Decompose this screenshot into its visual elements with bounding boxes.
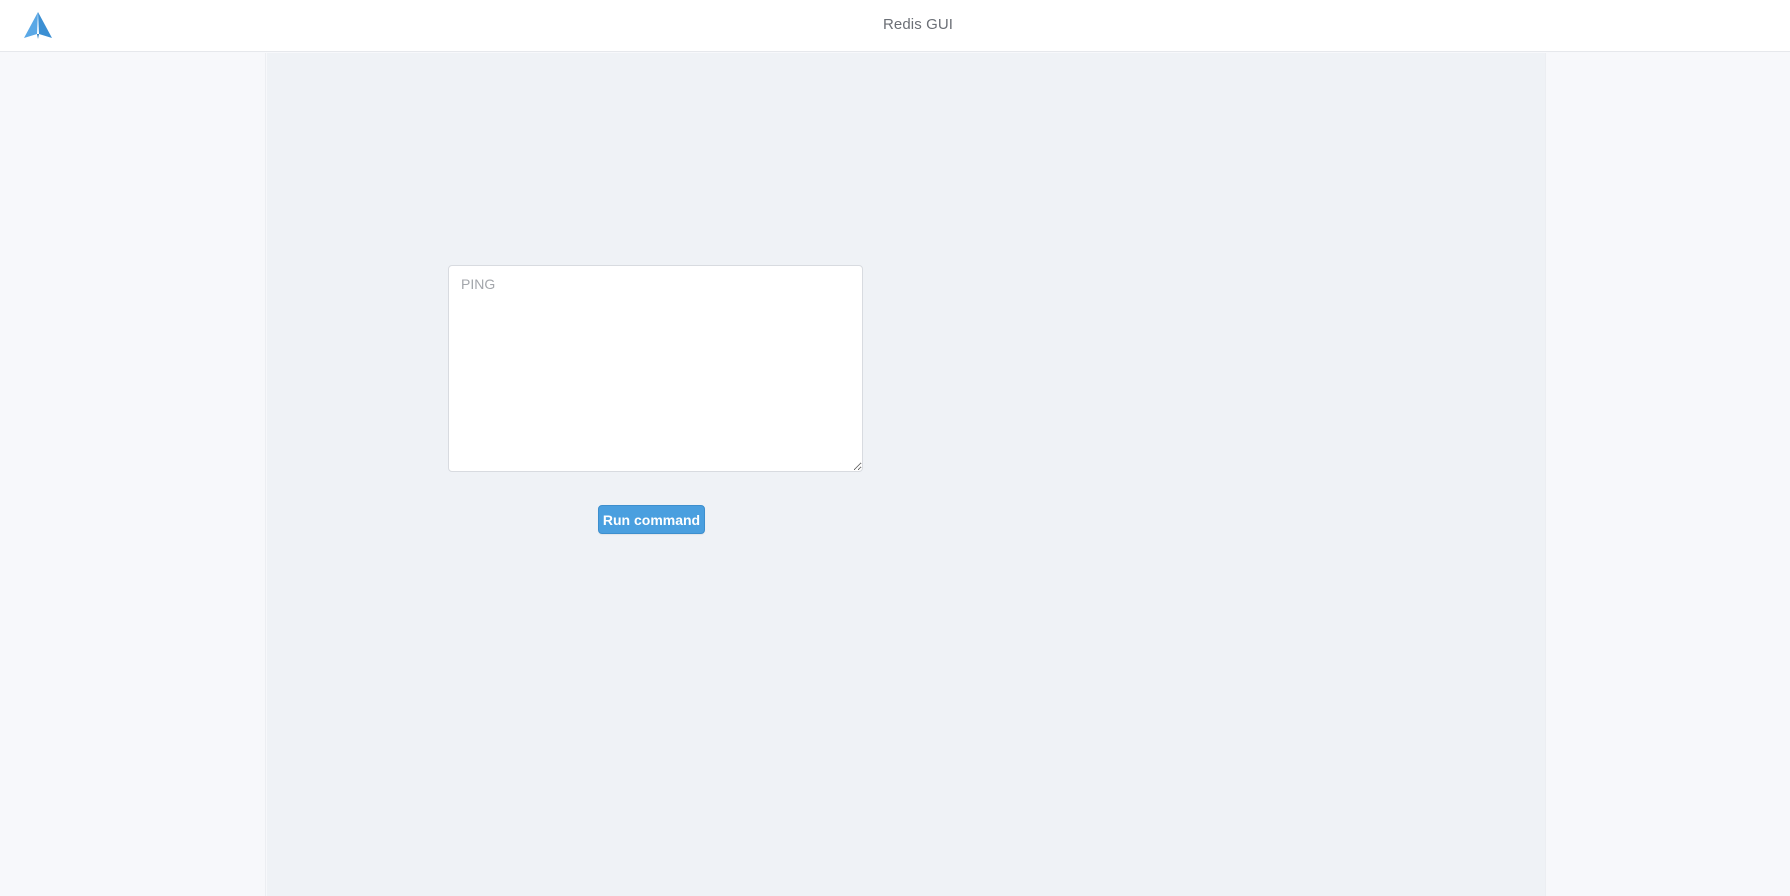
right-sidebar [1545, 53, 1790, 896]
left-sidebar [0, 53, 266, 896]
app-window: Redis GUI Run command [0, 0, 1790, 896]
command-input[interactable] [448, 265, 863, 472]
run-command-button[interactable]: Run command [598, 505, 705, 534]
top-header: Redis GUI [0, 0, 1790, 52]
main-console-area [267, 53, 1545, 896]
app-title: Redis GUI [882, 16, 954, 33]
